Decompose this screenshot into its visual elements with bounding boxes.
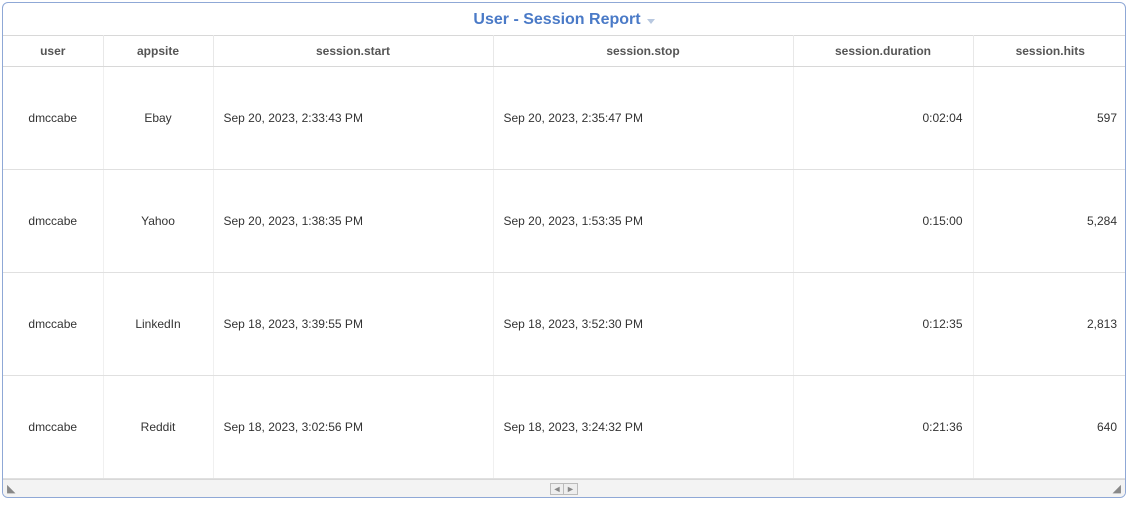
cell-hits: 640 — [973, 376, 1126, 479]
cell-start: Sep 18, 2023, 3:39:55 PM — [213, 273, 493, 376]
cell-duration: 0:21:36 — [793, 376, 973, 479]
cell-start: Sep 18, 2023, 3:02:56 PM — [213, 376, 493, 479]
cell-user: dmccabe — [3, 67, 103, 170]
cell-appsite: LinkedIn — [103, 273, 213, 376]
chevron-down-icon[interactable] — [647, 19, 655, 24]
cell-stop: Sep 18, 2023, 3:52:30 PM — [493, 273, 793, 376]
page-prev-button[interactable]: ◄ — [550, 483, 564, 495]
col-header-hits[interactable]: session.hits — [973, 36, 1126, 67]
cell-appsite: Reddit — [103, 376, 213, 479]
cell-user: dmccabe — [3, 376, 103, 479]
cell-appsite: Ebay — [103, 67, 213, 170]
cell-hits: 5,284 — [973, 170, 1126, 273]
panel-header[interactable]: User - Session Report — [3, 3, 1125, 35]
cell-start: Sep 20, 2023, 1:38:35 PM — [213, 170, 493, 273]
table-header-row: user appsite session.start session.stop … — [3, 36, 1126, 67]
col-header-duration[interactable]: session.duration — [793, 36, 973, 67]
resize-handle-left-icon[interactable]: ◢ — [7, 482, 15, 495]
table-row[interactable]: dmccabeRedditSep 18, 2023, 3:02:56 PMSep… — [3, 376, 1126, 479]
col-header-stop[interactable]: session.stop — [493, 36, 793, 67]
table-row[interactable]: dmccabeYahooSep 20, 2023, 1:38:35 PMSep … — [3, 170, 1126, 273]
cell-start: Sep 20, 2023, 2:33:43 PM — [213, 67, 493, 170]
page-next-button[interactable]: ► — [564, 483, 578, 495]
cell-duration: 0:02:04 — [793, 67, 973, 170]
pagination-nav: ◄ ► — [550, 483, 578, 495]
cell-hits: 2,813 — [973, 273, 1126, 376]
resize-handle-right-icon[interactable]: ◢ — [1113, 482, 1121, 495]
session-table: user appsite session.start session.stop … — [3, 35, 1126, 479]
cell-user: dmccabe — [3, 170, 103, 273]
report-panel: User - Session Report user appsite sessi… — [2, 2, 1126, 498]
cell-stop: Sep 20, 2023, 1:53:35 PM — [493, 170, 793, 273]
col-header-user[interactable]: user — [3, 36, 103, 67]
col-header-start[interactable]: session.start — [213, 36, 493, 67]
cell-duration: 0:15:00 — [793, 170, 973, 273]
cell-hits: 597 — [973, 67, 1126, 170]
col-header-appsite[interactable]: appsite — [103, 36, 213, 67]
cell-duration: 0:12:35 — [793, 273, 973, 376]
cell-user: dmccabe — [3, 273, 103, 376]
table-row[interactable]: dmccabeEbaySep 20, 2023, 2:33:43 PMSep 2… — [3, 67, 1126, 170]
panel-title: User - Session Report — [473, 11, 640, 29]
table-row[interactable]: dmccabeLinkedInSep 18, 2023, 3:39:55 PMS… — [3, 273, 1126, 376]
cell-appsite: Yahoo — [103, 170, 213, 273]
cell-stop: Sep 20, 2023, 2:35:47 PM — [493, 67, 793, 170]
footer-bar: ◢ ◄ ► ◢ — [3, 479, 1125, 497]
cell-stop: Sep 18, 2023, 3:24:32 PM — [493, 376, 793, 479]
